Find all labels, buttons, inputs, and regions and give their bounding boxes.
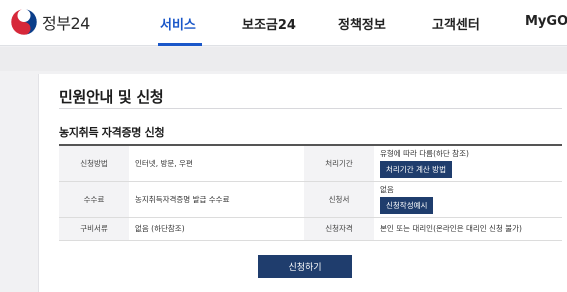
- sub-header-band: [0, 47, 567, 71]
- site-header: 정부24 서비스 보조금24 정책정보 고객센터 MyGOV: [0, 0, 567, 46]
- table-row: 수수료 농지취득자격증명 발급 수수료 신청서 없음 신청작성예시: [59, 181, 562, 218]
- title-divider: [59, 108, 562, 109]
- label-processing-period: 처리기간: [304, 145, 374, 182]
- application-form-text: 없음: [380, 185, 394, 194]
- content-card: 민원안내 및 신청 농지취득 자격증명 신청 신청방법 인터넷, 방문, 우편 …: [38, 74, 567, 292]
- nav-subsidy24[interactable]: 보조금24: [242, 14, 296, 33]
- section-title: 농지취득 자격증명 신청: [59, 126, 165, 139]
- value-fee: 농지취득자격증명 발급 수수료: [129, 181, 304, 218]
- label-fee: 수수료: [59, 181, 129, 218]
- processing-period-text: 유형에 따라 다름(하단 참조): [380, 149, 469, 159]
- apply-button[interactable]: 신청하기: [258, 255, 352, 278]
- info-table: 신청방법 인터넷, 방문, 우편 처리기간 유형에 따라 다름(하단 참조) 처…: [59, 144, 562, 241]
- processing-period-calc-button[interactable]: 처리기간 계산 방법: [380, 161, 452, 179]
- nav-policy-info[interactable]: 정책정보: [338, 14, 386, 33]
- nav-mygov[interactable]: MyGOV: [525, 14, 567, 29]
- table-row: 구비서류 없음 (하단참조) 신청자격 본인 또는 대리인(온라인은 대리인 신…: [59, 217, 562, 241]
- value-apply-method: 인터넷, 방문, 우편: [129, 145, 304, 182]
- table-row: 신청방법 인터넷, 방문, 우편 처리기간 유형에 따라 다름(하단 참조) 처…: [59, 145, 562, 182]
- label-application-form: 신청서: [304, 181, 374, 218]
- value-eligibility: 본인 또는 대리인(온라인은 대리인 신청 불가): [374, 217, 562, 241]
- label-eligibility: 신청자격: [304, 217, 374, 241]
- value-processing-period: 유형에 따라 다름(하단 참조) 처리기간 계산 방법: [374, 145, 562, 182]
- label-required-docs: 구비서류: [59, 217, 129, 241]
- logo[interactable]: 정부24: [10, 8, 90, 36]
- value-application-form: 없음 신청작성예시: [374, 181, 562, 218]
- nav-service[interactable]: 서비스: [160, 14, 196, 33]
- page-title: 민원안내 및 신청: [59, 88, 164, 106]
- active-nav-indicator: [158, 43, 202, 46]
- form-example-button[interactable]: 신청작성예시: [380, 197, 434, 214]
- taegeuk-logo-icon: [10, 8, 38, 36]
- nav-customer-center[interactable]: 고객센터: [432, 14, 480, 33]
- value-required-docs: 없음 (하단참조): [129, 217, 304, 241]
- label-apply-method: 신청방법: [59, 145, 129, 182]
- logo-text: 정부24: [42, 14, 90, 33]
